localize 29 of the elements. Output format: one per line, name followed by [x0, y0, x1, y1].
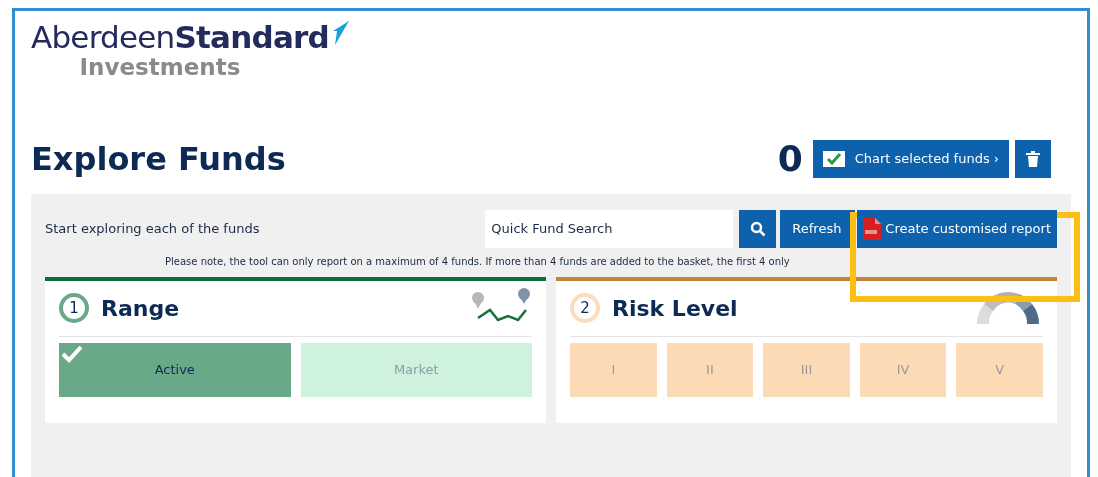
risk-level-option[interactable]: IV — [859, 342, 947, 397]
risk-level-option[interactable]: V — [956, 342, 1043, 397]
step-number: 2 — [570, 293, 600, 324]
step-number: 1 — [59, 293, 89, 324]
intro-text: Start exploring each of the funds — [45, 220, 261, 238]
delete-button[interactable] — [1015, 139, 1051, 178]
risk-level-option[interactable]: III — [763, 342, 850, 397]
search-field[interactable]: Quick Fund Search — [485, 209, 734, 248]
search-button[interactable] — [739, 209, 777, 248]
trash-icon — [1026, 150, 1040, 167]
range-option[interactable]: Market — [300, 342, 532, 397]
refresh-button[interactable]: Refresh — [780, 209, 856, 248]
step-title: Range — [101, 294, 181, 323]
logo-tagline: Investments — [79, 53, 241, 82]
step-title: Risk Level — [612, 294, 739, 323]
risk-level-option[interactable]: I — [570, 342, 657, 397]
notice-text: Please note, the tool can only report on a maximum of 4 funds. If more than 4 funds are added to the basket, the first 4 only — [164, 254, 791, 269]
chart-selected-button[interactable]: Chart selected funds › — [812, 139, 1009, 178]
search-icon — [749, 220, 766, 237]
basket-count: 0 — [777, 136, 803, 181]
pdf-icon — [863, 217, 882, 240]
create-report-button[interactable]: Create customised report — [857, 209, 1057, 248]
page-title: Explore Funds — [31, 138, 286, 180]
logo-text: Aberdeen — [31, 22, 175, 53]
checkmark-icon — [61, 344, 83, 363]
logo-text: Standard — [174, 22, 329, 53]
risk-level-option[interactable]: II — [666, 342, 754, 397]
checkbox-icon — [822, 150, 845, 167]
range-option[interactable]: Active — [59, 342, 291, 397]
